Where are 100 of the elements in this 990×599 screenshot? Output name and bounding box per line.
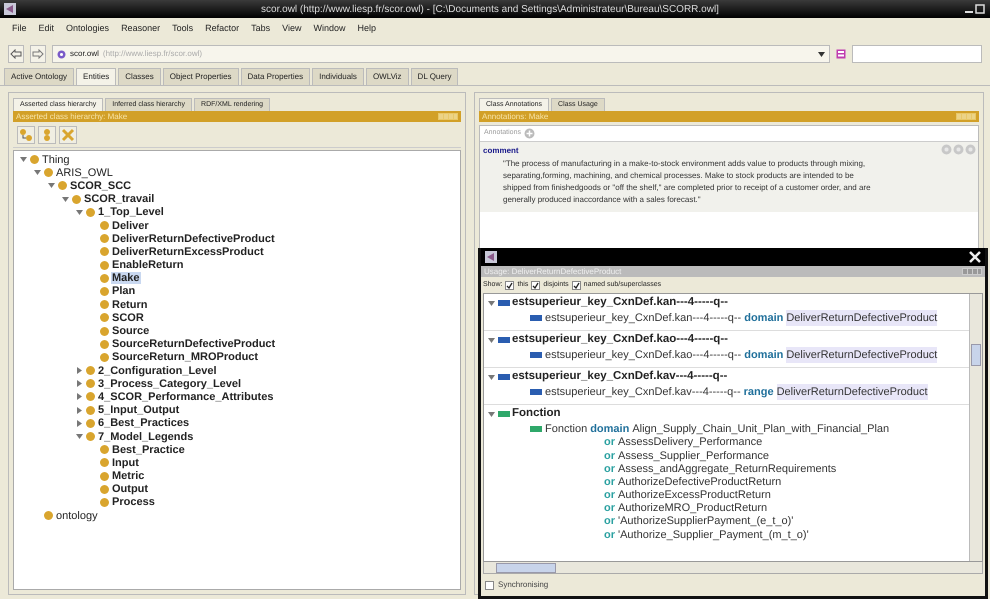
- tab[interactable]: Object Properties: [162, 68, 239, 85]
- collapse-toggle-icon[interactable]: [488, 374, 496, 380]
- class-node[interactable]: Input: [111, 456, 140, 469]
- collapse-toggle-icon[interactable]: [76, 433, 82, 440]
- app-icon: [485, 251, 497, 263]
- class-node[interactable]: DeliverReturnDefectiveProduct: [111, 232, 276, 245]
- class-node[interactable]: 4_SCOR_Performance_Attributes: [97, 390, 274, 403]
- class-node[interactable]: Return: [111, 298, 148, 311]
- class-node[interactable]: ARIS_OWL: [55, 166, 114, 179]
- class-node[interactable]: Plan: [111, 285, 136, 298]
- class-node[interactable]: 7_Model_Legends: [97, 430, 194, 443]
- usage-subject: estsuperieur_key_CxnDef.kao---4-----q--: [545, 348, 742, 363]
- ontology-icon: [57, 50, 66, 58]
- tab[interactable]: Entities: [76, 68, 116, 85]
- class-node[interactable]: SourceReturn_MROProduct: [111, 351, 260, 364]
- tab[interactable]: Individuals: [312, 68, 364, 85]
- tab[interactable]: Active Ontology: [4, 68, 74, 85]
- collapse-toggle-icon[interactable]: [62, 196, 68, 203]
- checkbox[interactable]: [572, 280, 581, 290]
- class-node[interactable]: 5_Input_Output: [97, 404, 180, 416]
- class-node[interactable]: 2_Configuration_Level: [97, 364, 218, 377]
- tab[interactable]: Data Properties: [240, 68, 310, 85]
- expand-toggle-icon[interactable]: [76, 393, 82, 400]
- usage-keyword: domain: [590, 422, 630, 437]
- tab[interactable]: DL Query: [410, 68, 458, 85]
- view-controls-icon: [956, 113, 976, 120]
- class-node[interactable]: SourceReturnDefectiveProduct: [111, 338, 276, 350]
- menu-item[interactable]: Help: [358, 22, 376, 36]
- class-node[interactable]: Process: [111, 496, 156, 508]
- usage-target[interactable]: DeliverReturnDefectiveProduct: [786, 310, 938, 326]
- search-field[interactable]: [852, 45, 982, 63]
- ontology-uri: (http://www.liesp.fr/scor.owl): [102, 48, 202, 60]
- class-node[interactable]: ontology: [55, 510, 99, 522]
- annotation-property: comment: [483, 145, 519, 157]
- vertical-scrollbar[interactable]: [969, 294, 982, 561]
- class-node[interactable]: Make: [111, 272, 141, 284]
- dropdown-caret-icon: [818, 52, 825, 56]
- class-node[interactable]: Deliver: [111, 220, 150, 232]
- class-node[interactable]: Output: [111, 483, 150, 496]
- expand-toggle-icon[interactable]: [76, 367, 82, 374]
- usage-keyword: or: [604, 462, 615, 477]
- menu-item[interactable]: Refactor: [205, 22, 240, 36]
- class-icon: [44, 511, 53, 520]
- expand-toggle-icon[interactable]: [76, 380, 82, 388]
- close-icon[interactable]: [969, 251, 981, 263]
- forward-button[interactable]: [30, 45, 46, 63]
- usage-keyword: or: [604, 448, 615, 464]
- ontology-address-field[interactable]: scor.owl (http://www.liesp.fr/scor.owl): [52, 45, 830, 63]
- collapse-toggle-icon[interactable]: [48, 182, 54, 190]
- class-node[interactable]: Best_Practice: [111, 444, 186, 456]
- collapse-toggle-icon[interactable]: [488, 410, 496, 418]
- menu-item[interactable]: View: [282, 22, 302, 36]
- usage-subject: estsuperieur_key_CxnDef.kav---4-----q--: [545, 384, 741, 400]
- expand-toggle-icon[interactable]: [76, 406, 82, 414]
- menu-item[interactable]: Ontologies: [66, 22, 110, 36]
- checkbox[interactable]: [485, 580, 494, 590]
- class-node[interactable]: SCOR_SCC: [69, 180, 132, 192]
- class-node[interactable]: SCOR_travail: [83, 193, 156, 206]
- add-subclass-icon: [19, 128, 33, 142]
- usage-keyword: or: [604, 474, 615, 490]
- collapse-toggle-icon[interactable]: [488, 300, 496, 306]
- menu-item[interactable]: Reasoner: [121, 22, 160, 36]
- menu-item[interactable]: Tabs: [251, 22, 270, 36]
- class-node[interactable]: Thing: [41, 154, 71, 166]
- collapse-toggle-icon[interactable]: [20, 156, 26, 164]
- menu-item[interactable]: Window: [314, 22, 346, 36]
- view-controls-icon: [962, 268, 982, 275]
- usage-target[interactable]: DeliverReturnDefectiveProduct: [786, 346, 938, 364]
- checkbox[interactable]: [505, 280, 514, 290]
- expand-toggle-icon[interactable]: [76, 420, 82, 427]
- class-node[interactable]: Metric: [111, 470, 146, 482]
- class-node[interactable]: DeliverReturnExcessProduct: [111, 246, 265, 258]
- menu-item[interactable]: File: [12, 22, 27, 36]
- usage-group-title: Fonction: [512, 406, 561, 422]
- collapse-toggle-icon[interactable]: [488, 336, 496, 344]
- ontology-name: scor.owl: [70, 48, 99, 60]
- class-node[interactable]: 6_Best_Practices: [97, 417, 190, 430]
- class-node[interactable]: Source: [111, 325, 150, 338]
- collapse-toggle-icon[interactable]: [34, 169, 40, 176]
- class-node[interactable]: 1_Top_Level: [97, 206, 165, 218]
- class-node[interactable]: 3_Process_Category_Level: [97, 378, 242, 390]
- class-node[interactable]: EnableReturn: [111, 259, 185, 272]
- checkbox[interactable]: [531, 280, 540, 290]
- collapse-toggle-icon[interactable]: [76, 208, 82, 216]
- menu-item[interactable]: Edit: [38, 22, 54, 36]
- maximize-icon[interactable]: [974, 4, 986, 14]
- menu-item[interactable]: Tools: [172, 22, 194, 36]
- back-button[interactable]: [8, 45, 24, 63]
- annotation-value: "The process of manufacturing in a make-to-stock environment adds value to products through mixing, separating,forming, machining, and chemical processes. Make to stock products are intended to be shipped from finishedgoods or "off the shelf," are completed prior to receipt of a customer order, and are generally produced inaccordance with a sales forecast.": [502, 158, 872, 206]
- tab[interactable]: Classes: [118, 68, 161, 85]
- usage-subject: Fonction: [545, 422, 588, 437]
- usage-group-title: estsuperieur_key_CxnDef.kan---4-----q--: [512, 295, 728, 310]
- usage-keyword: or: [604, 501, 615, 516]
- scrollbar-thumb[interactable]: [496, 562, 556, 572]
- horizontal-scrollbar[interactable]: [483, 562, 983, 574]
- usage-target[interactable]: DeliverReturnDefectiveProduct: [776, 384, 928, 400]
- usage-keyword: range: [744, 384, 774, 400]
- class-node[interactable]: SCOR: [111, 312, 145, 324]
- tab[interactable]: OWLViz: [366, 68, 409, 85]
- scrollbar-thumb[interactable]: [971, 344, 981, 366]
